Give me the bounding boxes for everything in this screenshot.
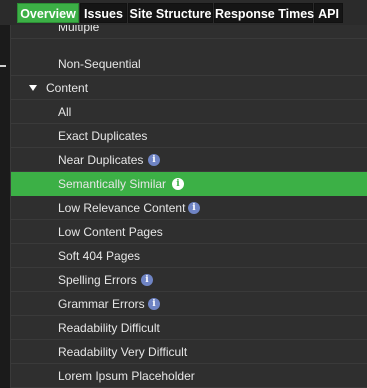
tree-item-label: Near Duplicates — [58, 153, 144, 167]
caret-down-icon[interactable] — [29, 85, 37, 91]
info-icon[interactable]: i — [172, 178, 184, 190]
tree-item-label: All — [58, 105, 72, 119]
info-icon[interactable]: i — [148, 298, 160, 310]
tree-item-label: Grammar Errors — [58, 297, 145, 311]
tree-item-label: Lorem Ipsum Placeholder — [58, 369, 195, 383]
tree-item-label: Readability Very Difficult — [58, 345, 188, 359]
content-tree: Multiple Non-Sequential Content All Exac… — [11, 25, 367, 388]
tree-item-label: Non-Sequential — [58, 57, 141, 71]
tree-item-soft-404-pages[interactable]: Soft 404 Pages — [11, 244, 367, 268]
info-icon[interactable]: i — [188, 202, 200, 214]
tab-api[interactable]: API — [314, 3, 343, 23]
tree-item-spelling-errors[interactable]: Spelling Errors i — [11, 268, 367, 292]
tree-item-label: Readability Difficult — [58, 321, 160, 335]
tree-item-label: Soft 404 Pages — [58, 249, 141, 263]
tree-item-all[interactable]: All — [11, 100, 367, 124]
tab-bar: Overview Issues Site Structure Response … — [0, 0, 367, 25]
info-icon[interactable]: i — [148, 154, 160, 166]
tree-item-grammar-errors[interactable]: Grammar Errors i — [11, 292, 367, 316]
tree-item-semantically-similar[interactable]: Semantically Similar i — [11, 172, 367, 196]
tree-item-non-sequential[interactable]: Non-Sequential — [11, 52, 367, 76]
tree-item-exact-duplicates[interactable]: Exact Duplicates — [11, 124, 367, 148]
tree-group-label: Content — [46, 81, 89, 95]
tree-item-near-duplicates[interactable]: Near Duplicates i — [11, 148, 367, 172]
tab-response-times[interactable]: Response Times — [214, 3, 314, 23]
tab-issues[interactable]: Issues — [80, 3, 127, 23]
left-panel-edge — [0, 25, 11, 388]
tree-item-readability-difficult[interactable]: Readability Difficult — [11, 316, 367, 340]
tree-item-label: Low Relevance Content — [58, 201, 186, 215]
tab-site-structure[interactable]: Site Structure — [128, 3, 213, 23]
tree-item-multiple[interactable]: Multiple — [11, 25, 367, 39]
tree-item-readability-very-difficult[interactable]: Readability Very Difficult — [11, 340, 367, 364]
tree-item-low-relevance-content[interactable]: Low Relevance Content i — [11, 196, 367, 220]
tree-item-label: Low Content Pages — [58, 225, 163, 239]
info-icon[interactable]: i — [141, 274, 153, 286]
tree-item-low-content-pages[interactable]: Low Content Pages — [11, 220, 367, 244]
tree-item-label: Exact Duplicates — [58, 129, 148, 143]
panel-tick-icon — [0, 65, 6, 67]
tree-item-label: Semantically Similar — [58, 177, 167, 191]
tree-group-content[interactable]: Content — [11, 76, 367, 100]
tab-overview[interactable]: Overview — [17, 3, 79, 23]
tree-item-label: Spelling Errors — [58, 273, 137, 287]
tree-item-lorem-ipsum-placeholder[interactable]: Lorem Ipsum Placeholder — [11, 364, 367, 388]
tree-item-label: Multiple — [58, 25, 100, 34]
